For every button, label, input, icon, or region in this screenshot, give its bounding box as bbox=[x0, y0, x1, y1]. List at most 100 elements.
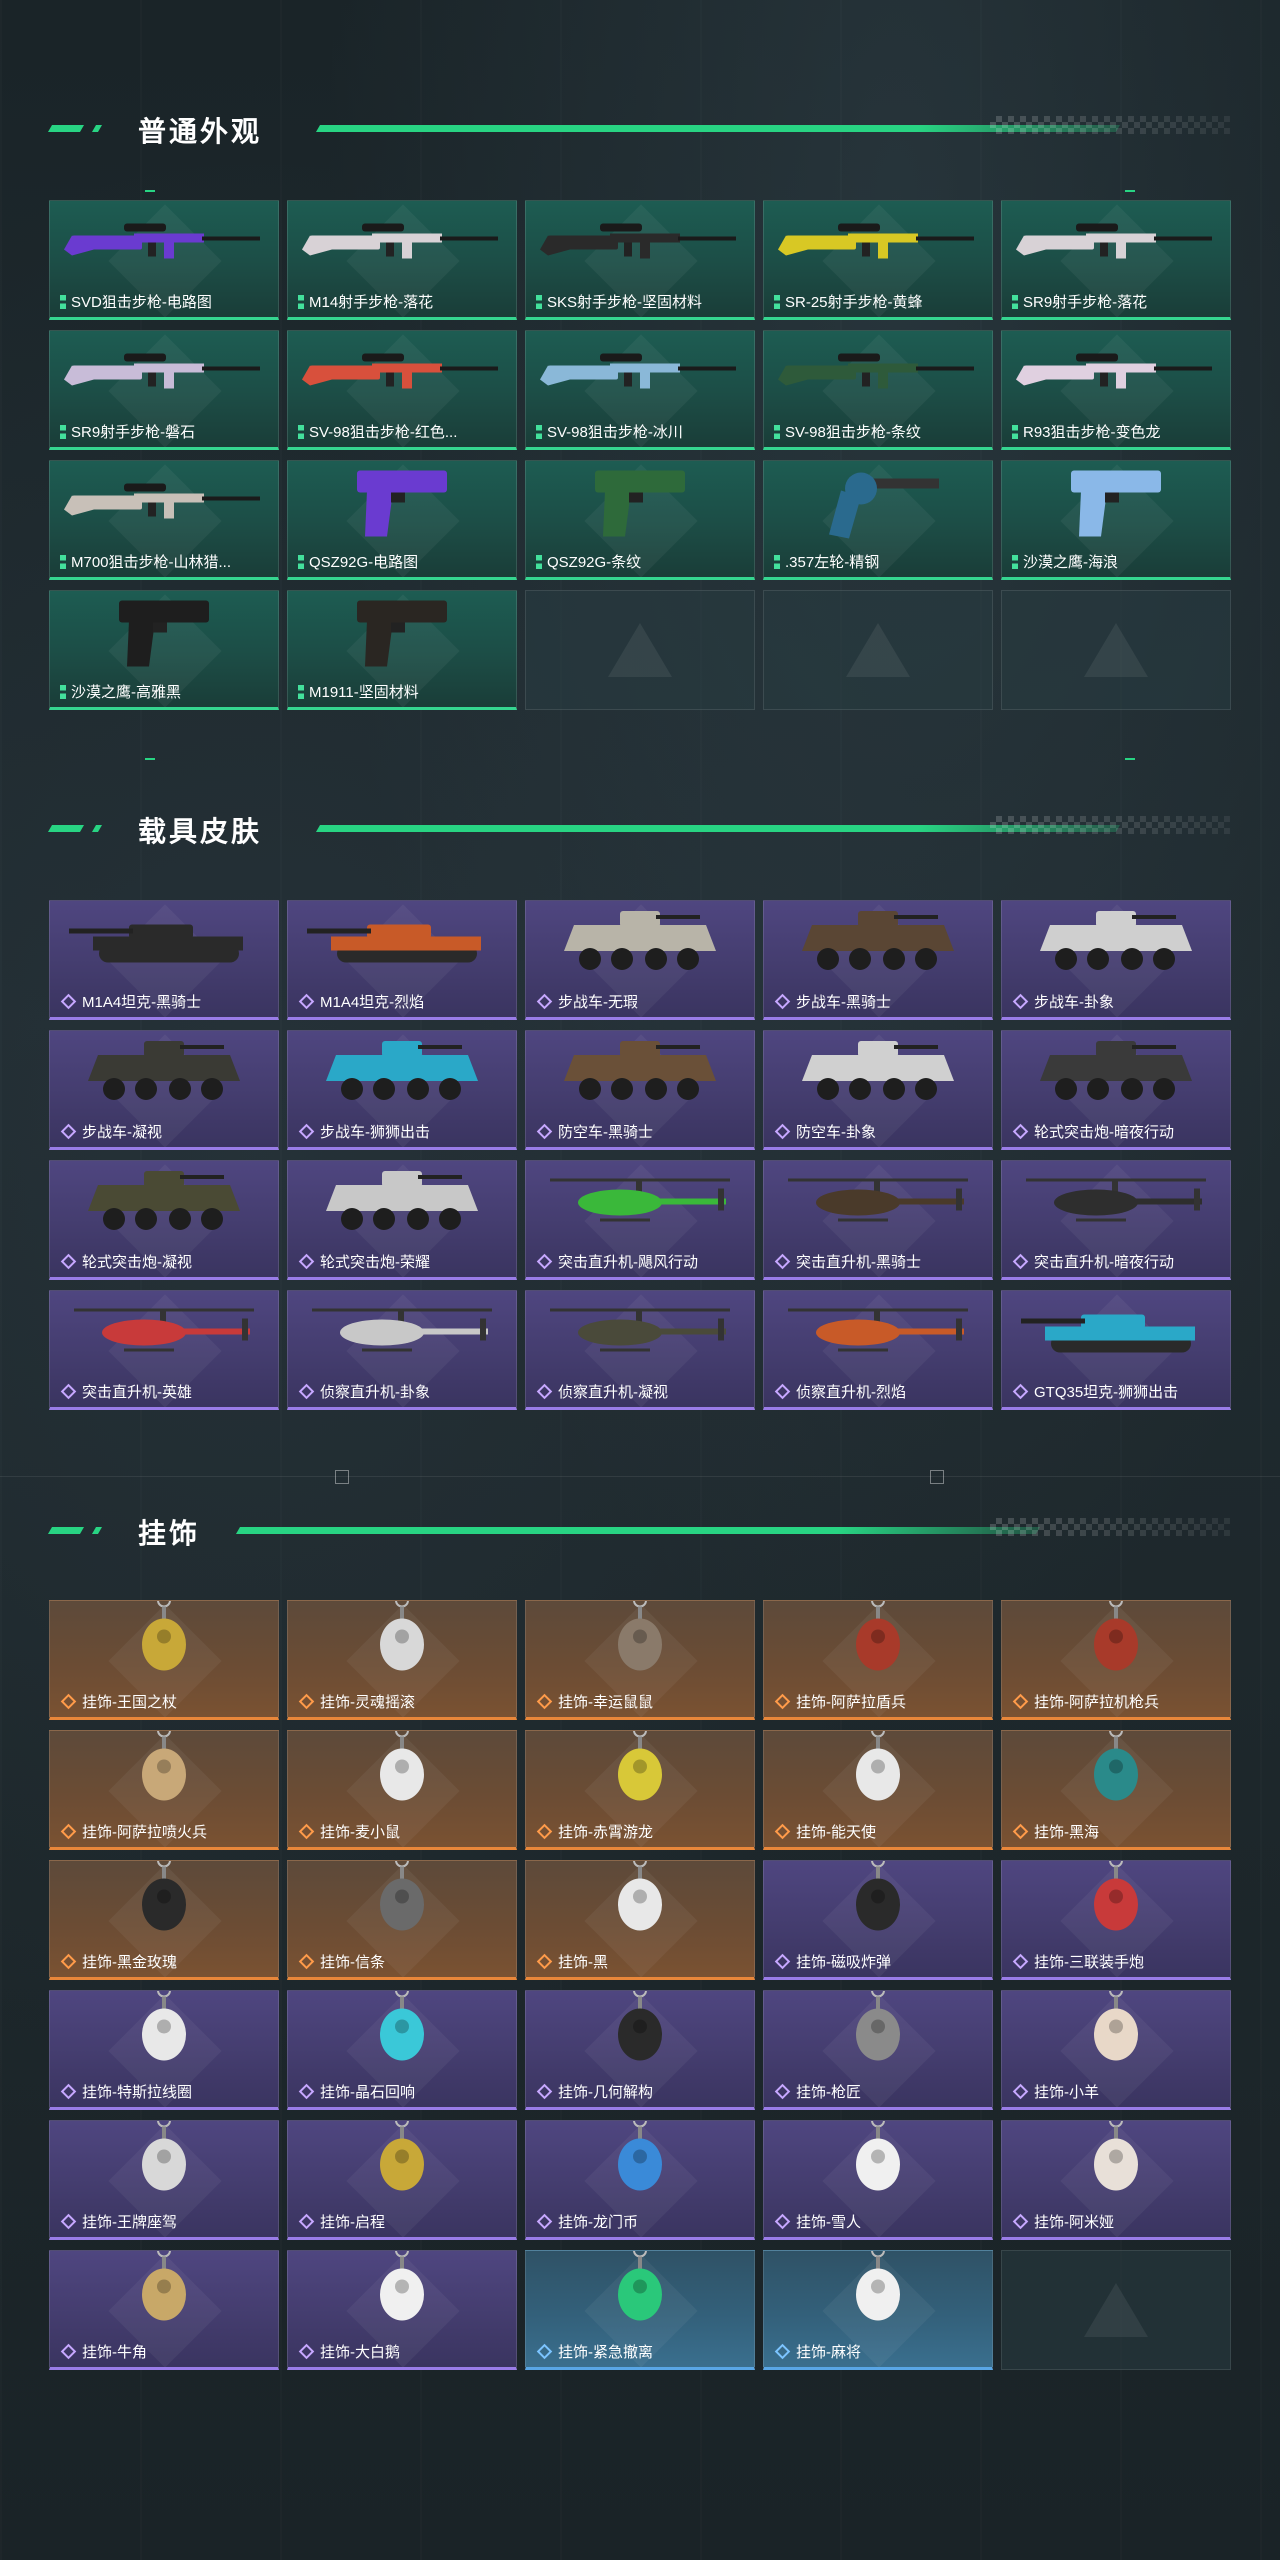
item-card[interactable]: QSZ92G-条纹 bbox=[525, 460, 755, 580]
item-name: 突击直升机-暗夜行动 bbox=[1034, 1254, 1174, 1271]
item-card[interactable]: SV-98狙击步枪-红色... bbox=[287, 330, 517, 450]
item-card[interactable]: SR9射手步枪-磐石 bbox=[49, 330, 279, 450]
item-card[interactable]: 挂饰-大白鹅 bbox=[287, 2250, 517, 2370]
item-label: QSZ92G-电路图 bbox=[298, 551, 510, 572]
item-card[interactable]: 挂饰-龙门币 bbox=[525, 2120, 755, 2240]
item-card[interactable]: 挂饰-小羊 bbox=[1001, 1990, 1231, 2110]
item-card[interactable]: GTQ35坦克-狮狮出击 bbox=[1001, 1290, 1231, 1410]
item-card[interactable]: 突击直升机-飓风行动 bbox=[525, 1160, 755, 1280]
item-grid: 挂饰-王国之杖 挂饰-灵魂摇滚 挂饰-幸运鼠鼠 挂饰-阿萨拉盾兵 挂饰-阿萨拉机… bbox=[49, 1600, 1231, 2370]
rarity-icon bbox=[1012, 1383, 1029, 1400]
item-card[interactable]: M1A4坦克-烈焰 bbox=[287, 900, 517, 1020]
item-card[interactable]: 挂饰-阿萨拉盾兵 bbox=[763, 1600, 993, 1720]
rarity-icon bbox=[60, 554, 66, 569]
item-card[interactable]: 沙漠之鹰-高雅黑 bbox=[49, 590, 279, 710]
revolver-icon bbox=[813, 461, 943, 546]
item-card[interactable]: SVD狙击步枪-电路图 bbox=[49, 200, 279, 320]
item-label: SR9射手步枪-磐石 bbox=[60, 421, 272, 442]
rarity-icon bbox=[298, 1823, 315, 1840]
item-label: 挂饰-麦小鼠 bbox=[298, 1821, 510, 1842]
helicopter-icon bbox=[64, 1301, 264, 1366]
tank-icon bbox=[1021, 1301, 1211, 1366]
item-card[interactable]: 轮式突击炮-荣耀 bbox=[287, 1160, 517, 1280]
item-card[interactable]: 挂饰-阿萨拉机枪兵 bbox=[1001, 1600, 1231, 1720]
item-card[interactable]: 轮式突击炮-暗夜行动 bbox=[1001, 1030, 1231, 1150]
item-card[interactable]: 挂饰-三联装手炮 bbox=[1001, 1860, 1231, 1980]
rifle-icon bbox=[778, 216, 978, 271]
armored-vehicle-icon bbox=[560, 1033, 720, 1113]
item-card[interactable]: 挂饰-几何解构 bbox=[525, 1990, 755, 2110]
item-card[interactable]: SR-25射手步枪-黄蜂 bbox=[763, 200, 993, 320]
item-card[interactable]: 挂饰-晶石回响 bbox=[287, 1990, 517, 2110]
placeholder-logo-icon bbox=[608, 623, 672, 677]
item-card[interactable]: 步战车-卦象 bbox=[1001, 900, 1231, 1020]
item-card[interactable]: 步战车-狮狮出击 bbox=[287, 1030, 517, 1150]
item-label: 步战车-凝视 bbox=[60, 1121, 272, 1142]
item-card[interactable]: 防空车-黑骑士 bbox=[525, 1030, 755, 1150]
item-card[interactable]: R93狙击步枪-变色龙 bbox=[1001, 330, 1231, 450]
item-card[interactable]: 侦察直升机-烈焰 bbox=[763, 1290, 993, 1410]
item-card[interactable]: 挂饰-阿米娅 bbox=[1001, 2120, 1231, 2240]
charm-icon bbox=[838, 1601, 918, 1694]
item-name: 挂饰-特斯拉线圈 bbox=[82, 2084, 192, 2101]
item-label: 挂饰-黑 bbox=[536, 1951, 748, 1972]
item-card[interactable]: 突击直升机-英雄 bbox=[49, 1290, 279, 1410]
item-card[interactable]: 挂饰-王国之杖 bbox=[49, 1600, 279, 1720]
item-card[interactable]: M1911-坚固材料 bbox=[287, 590, 517, 710]
item-card[interactable]: 挂饰-启程 bbox=[287, 2120, 517, 2240]
item-card[interactable]: 挂饰-信条 bbox=[287, 1860, 517, 1980]
item-card[interactable]: 步战车-凝视 bbox=[49, 1030, 279, 1150]
item-card[interactable]: 挂饰-雪人 bbox=[763, 2120, 993, 2240]
item-card[interactable]: 步战车-无瑕 bbox=[525, 900, 755, 1020]
item-card[interactable]: 侦察直升机-凝视 bbox=[525, 1290, 755, 1410]
section-header: 普通外观 bbox=[0, 98, 1280, 158]
item-name: 挂饰-大白鹅 bbox=[320, 2344, 400, 2361]
item-card[interactable]: 轮式突击炮-凝视 bbox=[49, 1160, 279, 1280]
item-card[interactable]: SV-98狙击步枪-条纹 bbox=[763, 330, 993, 450]
item-card[interactable]: 挂饰-黑金玫瑰 bbox=[49, 1860, 279, 1980]
item-card[interactable]: 沙漠之鹰-海浪 bbox=[1001, 460, 1231, 580]
item-card[interactable]: 挂饰-磁吸炸弹 bbox=[763, 1860, 993, 1980]
header-accent bbox=[91, 825, 103, 832]
rarity-icon bbox=[60, 993, 77, 1010]
item-card[interactable]: 挂饰-特斯拉线圈 bbox=[49, 1990, 279, 2110]
item-card[interactable]: 突击直升机-黑骑士 bbox=[763, 1160, 993, 1280]
item-label: 挂饰-启程 bbox=[298, 2211, 510, 2232]
item-card[interactable]: 侦察直升机-卦象 bbox=[287, 1290, 517, 1410]
item-card[interactable]: SV-98狙击步枪-冰川 bbox=[525, 330, 755, 450]
item-card[interactable]: 挂饰-牛角 bbox=[49, 2250, 279, 2370]
item-card[interactable]: 挂饰-黑海 bbox=[1001, 1730, 1231, 1850]
item-card[interactable]: 挂饰-枪匠 bbox=[763, 1990, 993, 2110]
item-card[interactable]: 挂饰-阿萨拉喷火兵 bbox=[49, 1730, 279, 1850]
item-card[interactable]: M14射手步枪-落花 bbox=[287, 200, 517, 320]
rarity-icon bbox=[536, 294, 542, 309]
item-card[interactable]: 挂饰-赤霄游龙 bbox=[525, 1730, 755, 1850]
item-name: 挂饰-黑海 bbox=[1034, 1824, 1099, 1841]
item-label: 挂饰-黑海 bbox=[1012, 1821, 1224, 1842]
item-card[interactable]: 挂饰-幸运鼠鼠 bbox=[525, 1600, 755, 1720]
item-card[interactable]: M1A4坦克-黑骑士 bbox=[49, 900, 279, 1020]
item-name: 挂饰-小羊 bbox=[1034, 2084, 1099, 2101]
item-card[interactable]: 防空车-卦象 bbox=[763, 1030, 993, 1150]
item-card[interactable]: 挂饰-麻将 bbox=[763, 2250, 993, 2370]
item-card[interactable]: 挂饰-紧急撤离 bbox=[525, 2250, 755, 2370]
item-card[interactable]: 挂饰-黑 bbox=[525, 1860, 755, 1980]
item-card[interactable]: 挂饰-王牌座驾 bbox=[49, 2120, 279, 2240]
empty-slot bbox=[1001, 2250, 1231, 2370]
item-card[interactable]: SR9射手步枪-落花 bbox=[1001, 200, 1231, 320]
item-card[interactable]: QSZ92G-电路图 bbox=[287, 460, 517, 580]
item-card[interactable]: 挂饰-麦小鼠 bbox=[287, 1730, 517, 1850]
item-card[interactable]: 挂饰-能天使 bbox=[763, 1730, 993, 1850]
item-card[interactable]: 突击直升机-暗夜行动 bbox=[1001, 1160, 1231, 1280]
item-label: SKS射手步枪-坚固材料 bbox=[536, 291, 748, 312]
item-label: QSZ92G-条纹 bbox=[536, 551, 748, 572]
empty-slot bbox=[1001, 590, 1231, 710]
item-card[interactable]: SKS射手步枪-坚固材料 bbox=[525, 200, 755, 320]
item-card[interactable]: 挂饰-灵魂摇滚 bbox=[287, 1600, 517, 1720]
item-name: 挂饰-阿萨拉机枪兵 bbox=[1034, 1694, 1159, 1711]
section-title: 普通外观 bbox=[138, 116, 263, 147]
item-card[interactable]: 步战车-黑骑士 bbox=[763, 900, 993, 1020]
item-card[interactable]: .357左轮-精钢 bbox=[763, 460, 993, 580]
item-name: SVD狙击步枪-电路图 bbox=[71, 294, 212, 311]
item-card[interactable]: M700狙击步枪-山林猎... bbox=[49, 460, 279, 580]
